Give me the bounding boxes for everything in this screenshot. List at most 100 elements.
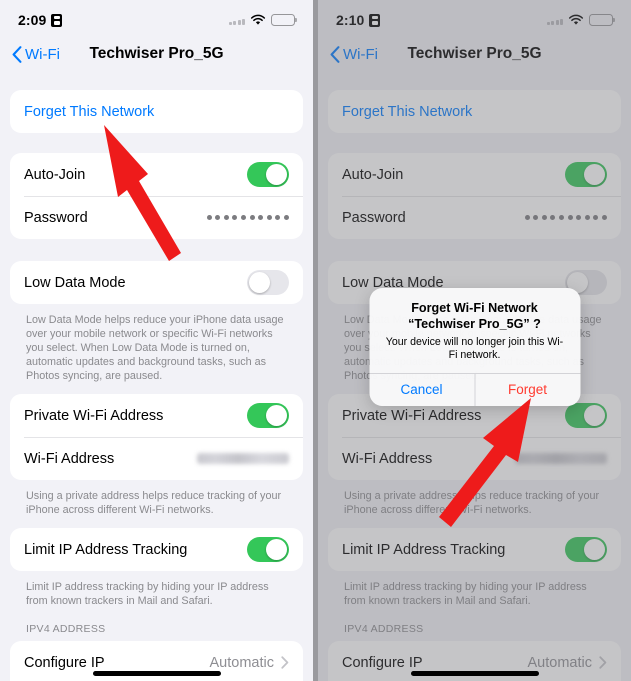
limit-ip-tracking-footnote: Limit IP address tracking by hiding your… [26,581,269,607]
limit-ip-tracking-label: Limit IP Address Tracking [342,541,506,558]
alert-forget-button[interactable]: Forget [475,374,580,406]
low-data-mode-toggle[interactable] [247,270,289,295]
chevron-left-icon [12,45,22,63]
configure-ip-label: Configure IP [342,654,423,671]
ipv4-group-header: IPV4 ADDRESS [26,623,106,635]
settings-content: Forget This Network Auto-Join Password L… [0,74,313,681]
wifi-address-label: Wi-Fi Address [24,450,115,467]
ipv4-group-header: IPV4 ADDRESS [344,623,424,635]
forget-this-network-row[interactable]: Forget This Network [328,90,621,133]
auto-join-toggle[interactable] [565,162,607,187]
battery-icon [589,14,616,26]
low-data-mode-row[interactable]: Low Data Mode [10,261,303,304]
back-button[interactable]: Wi-Fi [330,46,378,63]
screen-record-icon [51,13,63,27]
limit-ip-tracking-toggle[interactable] [247,537,289,562]
limit-ip-tracking-card: Limit IP Address Tracking [328,528,621,571]
status-time: 2:10 [336,12,365,28]
wifi-address-row: Wi-Fi Address [10,437,303,480]
auto-join-row[interactable]: Auto-Join [10,153,303,196]
limit-ip-tracking-footnote: Limit IP address tracking by hiding your… [344,581,587,607]
chevron-right-icon [281,656,289,669]
status-bar-left: 2:09 [18,12,63,28]
configure-ip-value: Automatic [527,654,592,671]
low-data-mode-card: Low Data Mode [10,261,303,304]
auto-join-label: Auto-Join [24,166,86,183]
configure-ip-value: Automatic [209,654,274,671]
back-label: Wi-Fi [25,45,60,63]
alert-body: Forget Wi-Fi Network “Techwiser Pro_5G” … [369,288,580,373]
autojoin-password-card: Auto-Join Password [328,153,621,239]
low-data-mode-footnote: Low Data Mode helps reduce your iPhone d… [26,314,284,382]
limit-ip-tracking-row[interactable]: Limit IP Address Tracking [10,528,303,571]
navigation-bar: Wi-Fi Techwiser Pro_5G [0,34,313,74]
status-bar: 2:09 [0,0,313,34]
private-wifi-address-toggle[interactable] [565,403,607,428]
forget-network-card: Forget This Network [10,90,303,133]
wifi-address-row: Wi-Fi Address [328,437,621,480]
limit-ip-tracking-row[interactable]: Limit IP Address Tracking [328,528,621,571]
status-time: 2:09 [18,12,47,28]
private-wifi-address-label: Private Wi-Fi Address [342,407,482,424]
alert-message: Your device will no longer join this Wi-… [385,336,564,361]
phone-screen-before: 2:09 Wi-Fi Techwiser Pro_5G Forget This … [0,0,313,681]
password-masked-value [524,215,607,220]
screen-record-icon [369,13,381,27]
low-data-mode-label: Low Data Mode [24,274,126,291]
private-address-footnote: Using a private address helps reduce tra… [26,490,282,516]
status-bar-right [546,14,616,26]
private-address-footnote: Using a private address helps reduce tra… [344,490,600,516]
wifi-icon [250,14,266,25]
wifi-address-value-redacted [197,453,289,464]
alert-title-line1: Forget Wi-Fi Network [411,301,538,315]
private-wifi-address-toggle[interactable] [247,403,289,428]
configure-ip-label: Configure IP [24,654,105,671]
wifi-icon [568,14,584,25]
password-row[interactable]: Password [10,196,303,239]
alert-cancel-button[interactable]: Cancel [369,374,475,406]
alert-actions: Cancel Forget [369,373,580,406]
chevron-left-icon [330,45,340,63]
password-masked-value [206,215,289,220]
battery-icon [271,14,298,26]
private-wifi-address-label: Private Wi-Fi Address [24,407,164,424]
limit-ip-tracking-card: Limit IP Address Tracking [10,528,303,571]
wifi-address-value-redacted [515,453,607,464]
private-address-card: Private Wi-Fi Address Wi-Fi Address [328,394,621,480]
cellular-dots-icon [228,16,245,25]
limit-ip-tracking-toggle[interactable] [565,537,607,562]
forget-this-network-row[interactable]: Forget This Network [10,90,303,133]
cellular-dots-icon [546,16,563,25]
forget-network-card: Forget This Network [328,90,621,133]
password-label: Password [24,209,88,226]
autojoin-password-card: Auto-Join Password [10,153,303,239]
back-label: Wi-Fi [343,45,378,63]
auto-join-row[interactable]: Auto-Join [328,153,621,196]
auto-join-toggle[interactable] [247,162,289,187]
password-row[interactable]: Password [328,196,621,239]
chevron-right-icon [599,656,607,669]
comparison-stage: 2:09 Wi-Fi Techwiser Pro_5G Forget This … [0,0,631,681]
auto-join-label: Auto-Join [342,166,404,183]
status-bar-left: 2:10 [336,12,381,28]
password-label: Password [342,209,406,226]
alert-title-line2: “Techwiser Pro_5G” ? [408,317,541,331]
forget-this-network-label: Forget This Network [24,103,155,120]
navigation-bar: Wi-Fi Techwiser Pro_5G [318,34,631,74]
status-bar: 2:10 [318,0,631,34]
status-bar-right [228,14,298,26]
wifi-address-label: Wi-Fi Address [342,450,433,467]
private-wifi-address-row[interactable]: Private Wi-Fi Address [10,394,303,437]
back-button[interactable]: Wi-Fi [12,46,60,63]
private-address-card: Private Wi-Fi Address Wi-Fi Address [10,394,303,480]
limit-ip-tracking-label: Limit IP Address Tracking [24,541,188,558]
phone-screen-after: 2:10 Wi-Fi Techwiser Pro_5G Forget This … [318,0,631,681]
home-indicator [92,671,221,676]
forget-network-alert-dialog: Forget Wi-Fi Network “Techwiser Pro_5G” … [369,288,580,406]
